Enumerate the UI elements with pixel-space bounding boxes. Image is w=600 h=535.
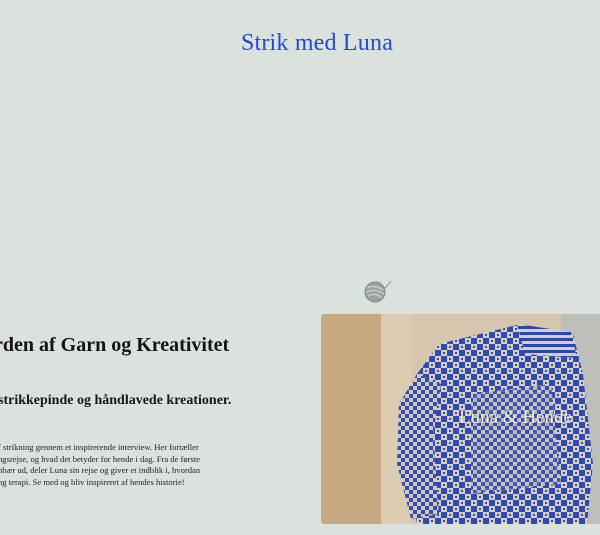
hero-body-line: ngsrejse, og hvad det betyder for hende … — [0, 453, 201, 464]
hero-body: f strikning gennem et inspirerende inter… — [0, 442, 290, 488]
interview-video-thumbnail[interactable]: Luna & Hende — [321, 314, 600, 524]
site-title-link[interactable]: Strik med Luna — [0, 30, 600, 57]
hero-body-line: f strikning gennem et inspirerende inter… — [0, 442, 199, 452]
page: Strik med Luna rden af Garn og Kreativit… — [0, 0, 600, 535]
yarn-ball-icon — [362, 280, 396, 304]
photo-caption: Luna & Hende — [459, 407, 572, 428]
hero-heading: rden af Garn og Kreativitet — [0, 334, 230, 356]
hero-subheading: strikkepinde og håndlavede kreationer. — [0, 393, 232, 408]
hero-body-line: nbær ud, deler Luna sin rejse og giver e… — [0, 465, 201, 476]
hero-body-line: ng terapi. Se med og bliv inspireret af … — [0, 476, 185, 487]
